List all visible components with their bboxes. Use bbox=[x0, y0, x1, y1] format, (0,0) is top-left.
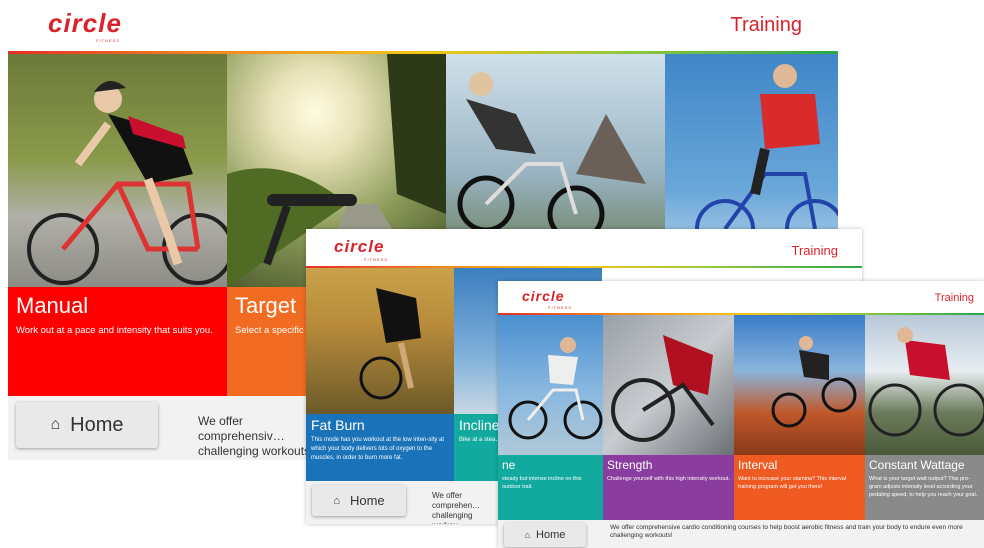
header: circle FITNESS Training bbox=[8, 0, 838, 52]
interval-photo bbox=[734, 315, 865, 455]
program-interval[interactable]: Interval Want to increase your stamina? … bbox=[734, 315, 865, 520]
circle-logo: circle FITNESS bbox=[334, 237, 388, 262]
racer-image bbox=[868, 327, 984, 437]
home-button[interactable]: ⌂ Home bbox=[312, 485, 406, 516]
program-incline[interactable]: ne steady but intense incline on this ou… bbox=[498, 315, 603, 520]
footer-description: We offer comprehensiv… challenging worko… bbox=[198, 414, 314, 458]
cyclist-image bbox=[27, 80, 227, 285]
strength-photo bbox=[603, 315, 734, 455]
manual-photo bbox=[8, 54, 227, 287]
circle-logo: circle FITNESS bbox=[48, 8, 122, 43]
footer-bar: ⌂ Home We offer comprehensive cardio con… bbox=[498, 520, 984, 548]
footer-description: We offer comprehensive cardio conditioni… bbox=[610, 524, 963, 539]
interval-label: Interval Want to increase your stamina? … bbox=[734, 455, 865, 520]
manual-label: Manual Work out at a pace and intensity … bbox=[8, 287, 227, 396]
incline-photo bbox=[498, 315, 603, 455]
constant-wattage-label: Constant Wattage What is your target wat… bbox=[865, 455, 984, 520]
program-name: ne bbox=[502, 458, 516, 472]
program-fat-burn[interactable]: Fat Burn This mode has you workout at th… bbox=[306, 268, 454, 481]
program-description: Want to increase your stamina? This inte… bbox=[738, 476, 847, 490]
page-title: Training bbox=[730, 14, 802, 36]
home-icon: ⌂ bbox=[50, 416, 61, 433]
program-name: Constant Wattage bbox=[869, 458, 965, 472]
home-label: Home bbox=[70, 413, 124, 436]
mountain-biker-image bbox=[771, 336, 857, 428]
home-label: Home bbox=[536, 529, 566, 541]
cyclist-image bbox=[508, 337, 603, 440]
program-description: Challenge yourself with this high intens… bbox=[607, 476, 730, 482]
program-strength[interactable]: Strength Challenge yourself with this hi… bbox=[603, 315, 734, 520]
program-name: Interval bbox=[738, 458, 778, 472]
circle-logo: circle FITNESS bbox=[522, 288, 572, 310]
header: circle FITNESS Training bbox=[498, 281, 984, 313]
page-title: Training bbox=[934, 292, 974, 304]
fat-burn-label: Fat Burn This mode has you workout at th… bbox=[306, 414, 454, 481]
program-manual[interactable]: Manual Work out at a pace and intensity … bbox=[8, 54, 227, 396]
incline-label: ne steady but intense incline on this ou… bbox=[498, 455, 603, 520]
header: circle FITNESS Training bbox=[306, 229, 862, 266]
program-constant-wattage[interactable]: Constant Wattage What is your target wat… bbox=[865, 315, 984, 520]
fat-burn-photo bbox=[306, 268, 454, 414]
footer-description: We offer comprehen… challenging workou… bbox=[432, 491, 481, 524]
home-icon: ⌂ bbox=[333, 494, 340, 507]
program-description: steady but intense incline on this outdo… bbox=[502, 476, 582, 490]
road-racer-image bbox=[611, 335, 715, 442]
training-screen-front: circle FITNESS Training ne steady but int… bbox=[498, 281, 984, 548]
program-name: Manual bbox=[16, 293, 89, 318]
program-description: What is your target watt output? This pr… bbox=[869, 476, 978, 498]
strength-label: Strength Challenge yourself with this hi… bbox=[603, 455, 734, 520]
home-button[interactable]: ⌂ Home bbox=[16, 402, 158, 448]
page-title: Training bbox=[791, 243, 838, 258]
program-description: This mode has you workout at the low int… bbox=[311, 437, 445, 461]
program-name: Fat Burn bbox=[311, 417, 365, 433]
constant-wattage-photo bbox=[865, 315, 984, 455]
cyclist-image bbox=[359, 288, 421, 400]
home-label: Home bbox=[349, 493, 385, 508]
program-description: Work out at a pace and intensity that su… bbox=[16, 325, 213, 336]
program-name: Strength bbox=[607, 458, 653, 472]
home-icon: ⌂ bbox=[524, 530, 531, 540]
home-button[interactable]: ⌂ Home bbox=[504, 523, 586, 547]
